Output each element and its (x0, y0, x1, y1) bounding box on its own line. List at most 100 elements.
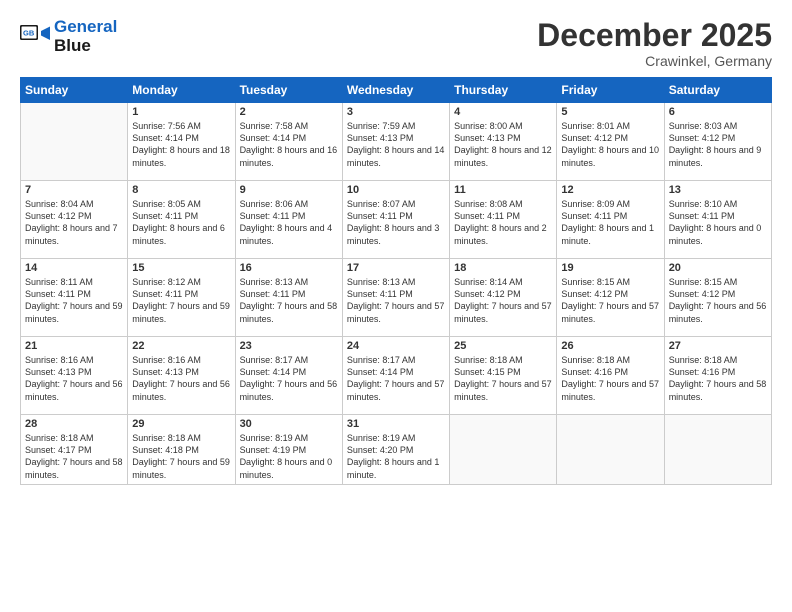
day-info: Sunrise: 8:18 AMSunset: 4:17 PMDaylight:… (25, 432, 123, 481)
day-info: Sunrise: 8:07 AMSunset: 4:11 PMDaylight:… (347, 198, 445, 247)
day-info: Sunrise: 7:58 AMSunset: 4:14 PMDaylight:… (240, 120, 338, 169)
table-cell: 15 Sunrise: 8:12 AMSunset: 4:11 PMDayligh… (128, 259, 235, 337)
table-cell: 7 Sunrise: 8:04 AMSunset: 4:12 PMDaylight… (21, 181, 128, 259)
day-info: Sunrise: 8:18 AMSunset: 4:15 PMDaylight:… (454, 354, 552, 403)
col-saturday: Saturday (664, 78, 771, 103)
day-info: Sunrise: 8:11 AMSunset: 4:11 PMDaylight:… (25, 276, 123, 325)
day-info: Sunrise: 8:15 AMSunset: 4:12 PMDaylight:… (561, 276, 659, 325)
table-cell: 12 Sunrise: 8:09 AMSunset: 4:11 PMDayligh… (557, 181, 664, 259)
day-info: Sunrise: 8:06 AMSunset: 4:11 PMDaylight:… (240, 198, 338, 247)
day-number: 4 (454, 106, 552, 118)
day-number: 7 (25, 184, 123, 196)
col-friday: Friday (557, 78, 664, 103)
header: GB General Blue December 2025 Crawinkel,… (20, 18, 772, 69)
day-number: 10 (347, 184, 445, 196)
table-cell: 3Sunrise: 7:59 AMSunset: 4:13 PMDaylight… (342, 103, 449, 181)
logo: GB General Blue (20, 18, 117, 55)
day-info: Sunrise: 7:56 AMSunset: 4:14 PMDaylight:… (132, 120, 230, 169)
svg-text:GB: GB (23, 28, 35, 37)
day-info: Sunrise: 8:09 AMSunset: 4:11 PMDaylight:… (561, 198, 659, 247)
table-cell (664, 415, 771, 485)
month-title: December 2025 (537, 18, 772, 53)
day-info: Sunrise: 8:18 AMSunset: 4:16 PMDaylight:… (561, 354, 659, 403)
table-cell: 10 Sunrise: 8:07 AMSunset: 4:11 PMDayligh… (342, 181, 449, 259)
day-info: Sunrise: 8:16 AMSunset: 4:13 PMDaylight:… (132, 354, 230, 403)
table-cell: 17Sunrise: 8:13 AMSunset: 4:11 PMDayligh… (342, 259, 449, 337)
day-number: 20 (669, 262, 767, 274)
table-cell (557, 415, 664, 485)
day-number: 25 (454, 340, 552, 352)
table-cell (450, 415, 557, 485)
table-cell: 8 Sunrise: 8:05 AMSunset: 4:11 PMDaylight… (128, 181, 235, 259)
col-tuesday: Tuesday (235, 78, 342, 103)
day-number: 17 (347, 262, 445, 274)
day-info: Sunrise: 8:04 AMSunset: 4:12 PMDaylight:… (25, 198, 123, 247)
day-number: 5 (561, 106, 659, 118)
logo-text: General Blue (54, 18, 117, 55)
table-cell: 28 Sunrise: 8:18 AMSunset: 4:17 PMDayligh… (21, 415, 128, 485)
table-cell: 31 Sunrise: 8:19 AMSunset: 4:20 PMDayligh… (342, 415, 449, 485)
table-cell (21, 103, 128, 181)
col-sunday: Sunday (21, 78, 128, 103)
table-cell: 30 Sunrise: 8:19 AMSunset: 4:19 PMDayligh… (235, 415, 342, 485)
day-info: Sunrise: 8:03 AMSunset: 4:12 PMDaylight:… (669, 120, 767, 169)
table-cell: 1Sunrise: 7:56 AMSunset: 4:14 PMDaylight… (128, 103, 235, 181)
day-number: 2 (240, 106, 338, 118)
table-cell: 4 Sunrise: 8:00 AMSunset: 4:13 PMDaylight… (450, 103, 557, 181)
day-info: Sunrise: 8:16 AMSunset: 4:13 PMDaylight:… (25, 354, 123, 403)
day-info: Sunrise: 8:18 AMSunset: 4:16 PMDaylight:… (669, 354, 767, 403)
day-info: Sunrise: 8:18 AMSunset: 4:18 PMDaylight:… (132, 432, 230, 481)
table-cell: 9 Sunrise: 8:06 AMSunset: 4:11 PMDaylight… (235, 181, 342, 259)
day-info: Sunrise: 8:10 AMSunset: 4:11 PMDaylight:… (669, 198, 767, 247)
table-cell: 11 Sunrise: 8:08 AMSunset: 4:11 PMDayligh… (450, 181, 557, 259)
day-info: Sunrise: 8:15 AMSunset: 4:12 PMDaylight:… (669, 276, 767, 325)
table-cell: 2 Sunrise: 7:58 AMSunset: 4:14 PMDaylight… (235, 103, 342, 181)
day-number: 14 (25, 262, 123, 274)
calendar-header-row: Sunday Monday Tuesday Wednesday Thursday… (21, 78, 772, 103)
day-number: 13 (669, 184, 767, 196)
day-number: 11 (454, 184, 552, 196)
table-cell: 20 Sunrise: 8:15 AMSunset: 4:12 PMDayligh… (664, 259, 771, 337)
day-number: 9 (240, 184, 338, 196)
table-cell: 21 Sunrise: 8:16 AMSunset: 4:13 PMDayligh… (21, 337, 128, 415)
table-cell: 26 Sunrise: 8:18 AMSunset: 4:16 PMDayligh… (557, 337, 664, 415)
col-monday: Monday (128, 78, 235, 103)
title-block: December 2025 Crawinkel, Germany (537, 18, 772, 69)
day-info: Sunrise: 8:05 AMSunset: 4:11 PMDaylight:… (132, 198, 230, 247)
day-number: 12 (561, 184, 659, 196)
table-cell: 13 Sunrise: 8:10 AMSunset: 4:11 PMDayligh… (664, 181, 771, 259)
table-cell: 29 Sunrise: 8:18 AMSunset: 4:18 PMDayligh… (128, 415, 235, 485)
col-wednesday: Wednesday (342, 78, 449, 103)
day-info: Sunrise: 8:14 AMSunset: 4:12 PMDaylight:… (454, 276, 552, 325)
day-info: Sunrise: 8:12 AMSunset: 4:11 PMDaylight:… (132, 276, 230, 325)
day-number: 27 (669, 340, 767, 352)
day-number: 15 (132, 262, 230, 274)
day-number: 22 (132, 340, 230, 352)
day-info: Sunrise: 8:19 AMSunset: 4:20 PMDaylight:… (347, 432, 445, 481)
day-number: 23 (240, 340, 338, 352)
table-cell: 19Sunrise: 8:15 AMSunset: 4:12 PMDayligh… (557, 259, 664, 337)
logo-icon: GB (20, 22, 50, 52)
table-cell: 18Sunrise: 8:14 AMSunset: 4:12 PMDayligh… (450, 259, 557, 337)
calendar-table: Sunday Monday Tuesday Wednesday Thursday… (20, 77, 772, 485)
day-info: Sunrise: 8:01 AMSunset: 4:12 PMDaylight:… (561, 120, 659, 169)
table-cell: 14 Sunrise: 8:11 AMSunset: 4:11 PMDayligh… (21, 259, 128, 337)
table-cell: 5 Sunrise: 8:01 AMSunset: 4:12 PMDaylight… (557, 103, 664, 181)
day-info: Sunrise: 8:08 AMSunset: 4:11 PMDaylight:… (454, 198, 552, 247)
day-info: Sunrise: 8:17 AMSunset: 4:14 PMDaylight:… (347, 354, 445, 403)
day-info: Sunrise: 8:00 AMSunset: 4:13 PMDaylight:… (454, 120, 552, 169)
day-number: 24 (347, 340, 445, 352)
day-info: Sunrise: 7:59 AMSunset: 4:13 PMDaylight:… (347, 120, 445, 169)
day-number: 6 (669, 106, 767, 118)
day-number: 31 (347, 418, 445, 430)
table-cell: 16Sunrise: 8:13 AMSunset: 4:11 PMDayligh… (235, 259, 342, 337)
day-number: 28 (25, 418, 123, 430)
table-cell: 24 Sunrise: 8:17 AMSunset: 4:14 PMDayligh… (342, 337, 449, 415)
day-number: 8 (132, 184, 230, 196)
day-number: 29 (132, 418, 230, 430)
day-number: 21 (25, 340, 123, 352)
day-info: Sunrise: 8:19 AMSunset: 4:19 PMDaylight:… (240, 432, 338, 481)
table-cell: 6 Sunrise: 8:03 AMSunset: 4:12 PMDaylight… (664, 103, 771, 181)
day-number: 26 (561, 340, 659, 352)
day-number: 30 (240, 418, 338, 430)
